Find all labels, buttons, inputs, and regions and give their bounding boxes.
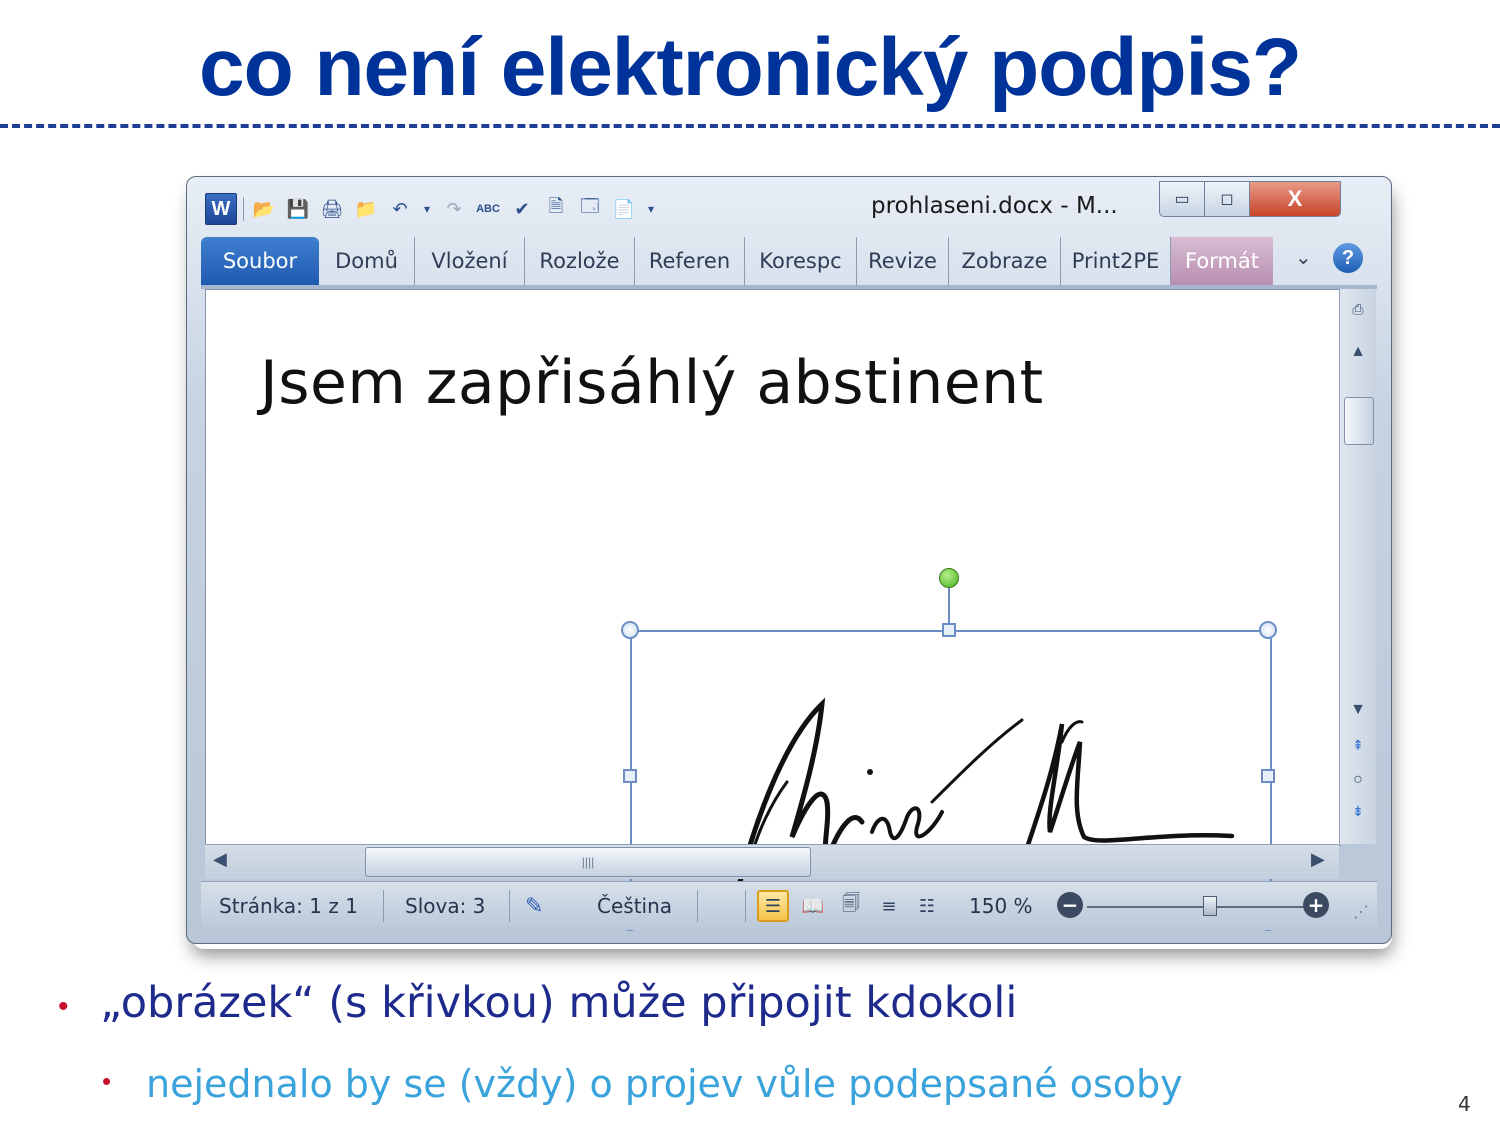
tab-layout[interactable]: Rozlože — [525, 237, 635, 285]
slide-title: co není elektronický podpis? — [198, 22, 1302, 113]
vertical-scroll-thumb[interactable] — [1344, 397, 1374, 445]
quick-access-toolbar: W 📂 💾 🖨 📁 ↶ ▾ ↷ ABC ✔ 🗎 🗔 📄 ▾ — [205, 191, 658, 227]
help-icon[interactable]: ? — [1333, 243, 1363, 273]
resize-grip-icon[interactable]: ⋰ — [1353, 902, 1369, 921]
page-icon[interactable]: 🗎 — [542, 195, 570, 223]
document-icon[interactable]: 📄 — [610, 195, 638, 223]
status-bar: Stránka: 1 z 1 Slova: 3 ✎ Čeština ☰ 📖 🗐 … — [201, 881, 1377, 930]
rotation-handle[interactable] — [939, 568, 959, 588]
page-number: 4 — [1458, 1092, 1471, 1116]
bullet-level1: „obrázek“ (s křivkou) může připojit kdok… — [100, 978, 1018, 1028]
status-separator — [745, 890, 746, 922]
ruler-toggle-icon[interactable]: ⎙ — [1344, 301, 1372, 318]
tab-print2pdf[interactable]: Print2PE — [1061, 237, 1171, 285]
previous-page-icon[interactable]: ⇞ — [1344, 737, 1372, 754]
tab-home[interactable]: Domů — [319, 237, 415, 285]
print-layout-icon[interactable]: ☰ — [757, 890, 789, 922]
document-text[interactable]: Jsem zapřisáhlý abstinent — [260, 348, 1044, 418]
outline-view-icon[interactable]: ≡ — [873, 890, 905, 922]
tab-mailings[interactable]: Korespc — [745, 237, 857, 285]
minimize-button[interactable]: ▭ — [1159, 181, 1205, 217]
zoom-slider-thumb[interactable] — [1203, 896, 1217, 916]
print-preview-icon[interactable]: 🖨 — [318, 195, 346, 223]
dropdown-arrow-icon[interactable]: ▾ — [420, 195, 434, 223]
word-logo-icon[interactable]: W — [205, 193, 237, 225]
zoom-slider-track[interactable] — [1087, 906, 1309, 908]
undo-icon[interactable]: ↶ — [386, 195, 414, 223]
zoom-out-icon[interactable]: − — [1057, 892, 1083, 918]
tab-file[interactable]: Soubor — [201, 237, 319, 285]
scroll-right-icon[interactable]: ▶ — [1311, 849, 1325, 870]
status-separator — [383, 890, 384, 922]
spelling-icon[interactable]: ✔ — [508, 195, 536, 223]
open-folder-icon[interactable]: 📂 — [250, 195, 278, 223]
close-button[interactable]: X — [1249, 181, 1341, 217]
title-divider — [0, 124, 1500, 128]
resize-handle-top-right[interactable] — [1259, 621, 1277, 639]
folder-icon[interactable]: 📁 — [352, 195, 380, 223]
toolbar-separator — [243, 197, 244, 221]
horizontal-scroll-thumb[interactable]: |||| — [365, 847, 811, 877]
page-count-status[interactable]: Stránka: 1 z 1 — [219, 894, 358, 918]
redo-icon[interactable]: ↷ — [440, 195, 468, 223]
word-window: W 📂 💾 🖨 📁 ↶ ▾ ↷ ABC ✔ 🗎 🗔 📄 ▾ prohlaseni… — [186, 176, 1392, 944]
tab-references[interactable]: Referen — [635, 237, 745, 285]
maximize-button[interactable]: ◻ — [1204, 181, 1250, 217]
customize-arrow-icon[interactable]: ▾ — [644, 195, 658, 223]
bullet-marker: • — [58, 990, 69, 1023]
horizontal-scrollbar[interactable]: ◀ |||| ▶ — [205, 844, 1339, 879]
scroll-up-icon[interactable]: ▲ — [1344, 343, 1372, 361]
zoom-level[interactable]: 150 % — [969, 894, 1033, 918]
vertical-scrollbar[interactable]: ⎙ ▲ ▼ ⇞ ○ ⇟ — [1339, 289, 1376, 844]
resize-handle-right[interactable] — [1261, 769, 1275, 783]
ribbon-tabs: Soubor Domů Vložení Rozlože Referen Kore… — [201, 237, 1377, 285]
bullet-level2: nejednalo by se (vždy) o projev vůle pod… — [146, 1062, 1183, 1106]
status-separator — [509, 890, 510, 922]
resize-handle-top-left[interactable] — [621, 621, 639, 639]
tab-format[interactable]: Formát — [1171, 237, 1273, 285]
resize-handle-top[interactable] — [942, 623, 956, 637]
textbox-icon[interactable]: 🗔 — [576, 195, 604, 223]
document-canvas[interactable]: Jsem zapřisáhlý abstinent — [205, 289, 1341, 931]
language-status[interactable]: Čeština — [597, 894, 672, 918]
tab-insert[interactable]: Vložení — [415, 237, 525, 285]
web-layout-icon[interactable]: 🗐 — [835, 890, 867, 922]
bullet-marker: • — [102, 1066, 112, 1096]
tab-view[interactable]: Zobraze — [949, 237, 1061, 285]
full-screen-reading-icon[interactable]: 📖 — [797, 890, 829, 922]
collapse-ribbon-icon[interactable]: ⌄ — [1295, 245, 1312, 270]
save-icon[interactable]: 💾 — [284, 195, 312, 223]
tab-review[interactable]: Revize — [857, 237, 949, 285]
scroll-left-icon[interactable]: ◀ — [213, 849, 227, 870]
word-count-status[interactable]: Slova: 3 — [405, 894, 485, 918]
status-separator — [697, 890, 698, 922]
browse-object-icon[interactable]: ○ — [1344, 771, 1372, 789]
window-title: prohlaseni.docx - M... — [871, 193, 1118, 219]
abc-123-icon[interactable]: ABC — [474, 195, 502, 223]
zoom-in-icon[interactable]: + — [1303, 892, 1329, 918]
draft-view-icon[interactable]: ☷ — [911, 890, 943, 922]
scroll-down-icon[interactable]: ▼ — [1344, 701, 1372, 719]
proofing-icon[interactable]: ✎ — [525, 894, 543, 919]
resize-handle-left[interactable] — [623, 769, 637, 783]
next-page-icon[interactable]: ⇟ — [1344, 803, 1372, 820]
